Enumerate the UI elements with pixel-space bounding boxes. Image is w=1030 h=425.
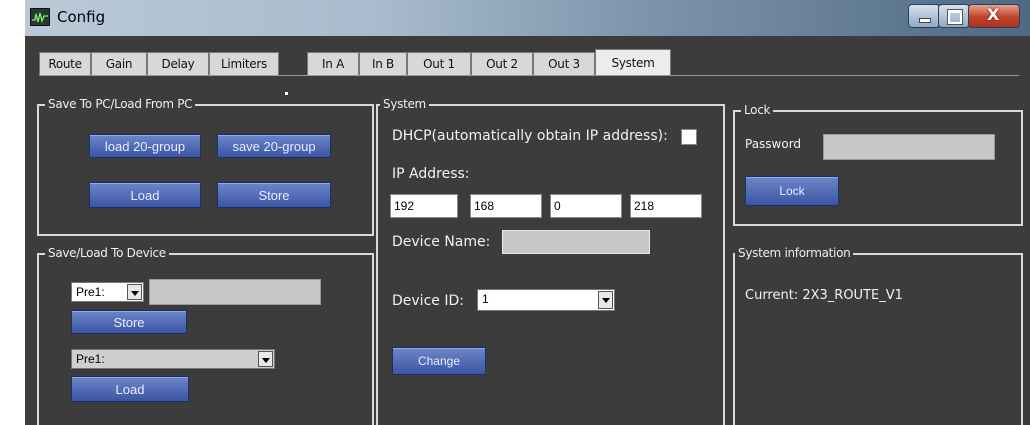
save-device-group-title: Save/Load To Device: [45, 246, 169, 260]
device-id-value: 1: [482, 292, 489, 306]
system-info-group: System information Current: 2X3_ROUTE_V1: [733, 246, 1023, 425]
maximize-button[interactable]: [938, 4, 970, 28]
tab-out-1[interactable]: Out 1: [407, 52, 471, 75]
chevron-down-icon: [598, 291, 613, 309]
device-id-select[interactable]: 1: [477, 289, 615, 311]
tab-limiters[interactable]: Limiters: [209, 52, 279, 75]
system-group: System DHCP(automatically obtain IP addr…: [376, 97, 725, 425]
preset-name-field[interactable]: [149, 279, 321, 305]
save-device-group: Save/Load To Device Pre1: Store Pre1: Lo…: [37, 246, 374, 425]
waveform-icon: [30, 8, 50, 26]
close-icon: X: [987, 5, 1000, 24]
load-button[interactable]: Load: [89, 182, 201, 208]
device-preset-select[interactable]: Pre1:: [71, 282, 144, 302]
lock-button[interactable]: Lock: [745, 176, 839, 206]
ip-address-label: IP Address:: [392, 166, 470, 182]
dhcp-label: DHCP(automatically obtain IP address):: [392, 128, 668, 144]
load-20-group-button[interactable]: load 20-group: [89, 134, 201, 158]
tab-bar: Route Gain Delay Limiters In A In B Out …: [39, 49, 1029, 76]
window-title: Config: [57, 8, 106, 26]
lock-group-title: Lock: [741, 103, 774, 117]
tab-in-a[interactable]: In A: [307, 52, 359, 75]
tab-delay[interactable]: Delay: [147, 52, 209, 75]
marker-dot: [285, 92, 288, 95]
change-button[interactable]: Change: [392, 347, 486, 375]
tab-route[interactable]: Route: [39, 52, 91, 75]
device-load-button[interactable]: Load: [71, 376, 189, 402]
save-pc-group: Save To PC/Load From PC load 20-group sa…: [37, 97, 374, 236]
chevron-down-icon: [258, 351, 273, 367]
device-load-select[interactable]: Pre1:: [71, 349, 275, 369]
system-group-title: System: [380, 97, 429, 111]
ip-octet-1[interactable]: 192: [390, 194, 458, 218]
password-label: Password: [745, 137, 802, 151]
tab-in-b[interactable]: In B: [359, 52, 407, 75]
title-bar[interactable]: Config X: [25, 0, 1030, 36]
tab-system[interactable]: System: [595, 49, 671, 76]
ip-octet-3[interactable]: 0: [550, 194, 622, 218]
dhcp-checkbox[interactable]: [681, 129, 697, 145]
ip-octet-2[interactable]: 168: [470, 194, 542, 218]
password-field[interactable]: [823, 134, 995, 160]
device-name-field[interactable]: [502, 230, 650, 254]
device-id-label: Device ID:: [392, 293, 464, 309]
current-version-text: Current: 2X3_ROUTE_V1: [745, 288, 903, 303]
tab-gain[interactable]: Gain: [91, 52, 147, 75]
ip-octet-4[interactable]: 218: [630, 194, 702, 218]
store-button[interactable]: Store: [217, 182, 331, 208]
config-window: Config X Route Gain Delay Limiters In A …: [25, 0, 1030, 425]
minimize-button[interactable]: [908, 4, 940, 28]
close-button[interactable]: X: [968, 4, 1020, 28]
tab-divider: [39, 75, 1019, 76]
lock-group: Lock Password Lock: [733, 103, 1023, 226]
system-info-group-title: System information: [735, 246, 854, 260]
tab-out-3[interactable]: Out 3: [533, 52, 595, 75]
device-load-value: Pre1:: [76, 352, 105, 366]
device-store-button[interactable]: Store: [71, 310, 187, 334]
save-20-group-button[interactable]: save 20-group: [217, 134, 331, 158]
device-preset-value: Pre1:: [76, 285, 105, 299]
save-pc-group-title: Save To PC/Load From PC: [45, 97, 196, 111]
device-name-label: Device Name:: [392, 234, 491, 250]
tab-out-2[interactable]: Out 2: [471, 52, 533, 75]
chevron-down-icon: [127, 284, 142, 300]
